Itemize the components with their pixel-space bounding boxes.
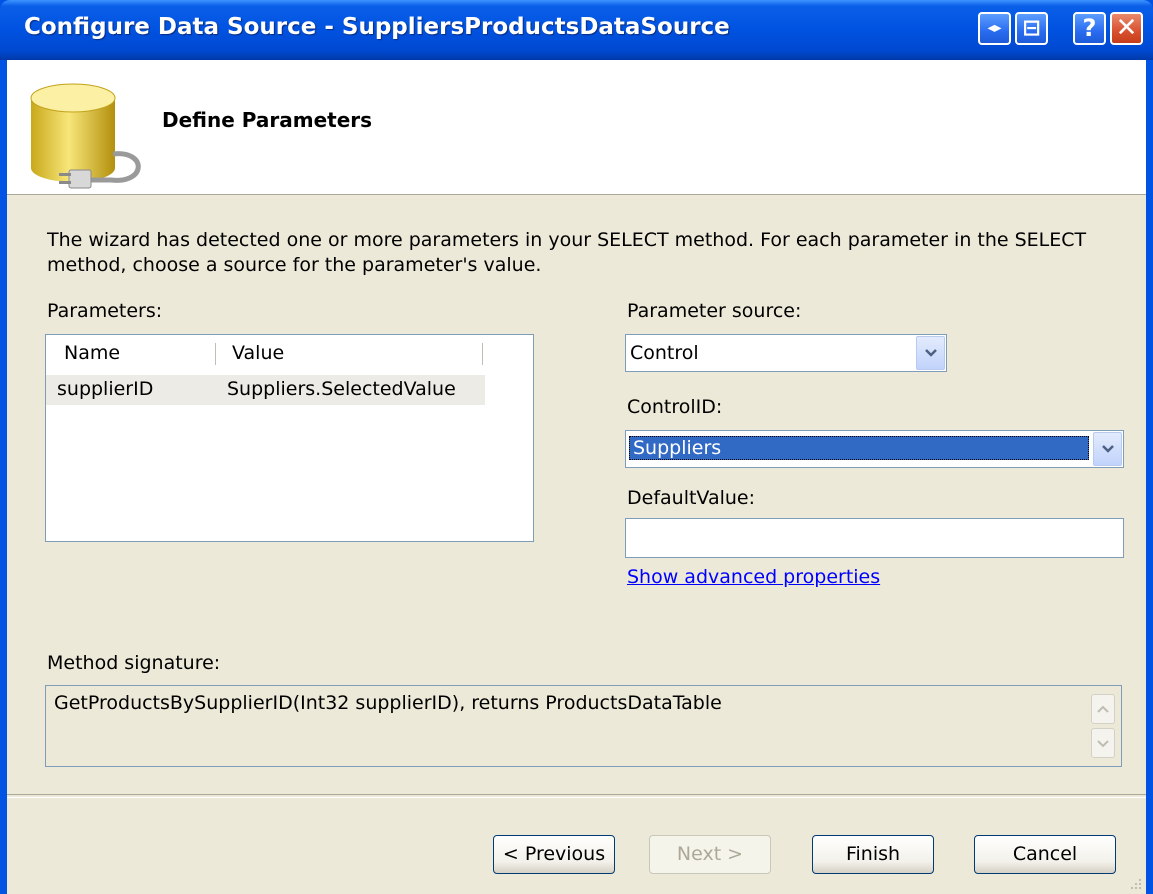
window-title: Configure Data Source - SuppliersProduct… — [24, 14, 730, 40]
defaultvalue-input[interactable] — [625, 518, 1124, 558]
intro-text: The wizard has detected one or more para… — [47, 229, 1087, 276]
database-plug-icon — [30, 83, 141, 189]
chevron-down-icon[interactable] — [916, 336, 945, 370]
parameter-source-label: Parameter source: — [627, 300, 802, 322]
resize-grip-icon[interactable] — [1128, 876, 1142, 890]
wizard-window: Configure Data Source - SuppliersProduct… — [0, 0, 1153, 894]
param-value-cell: Suppliers.SelectedValue — [227, 378, 456, 400]
defaultvalue-label: DefaultValue: — [627, 487, 755, 509]
method-signature-value: GetProductsBySupplierID(Int32 supplierID… — [54, 692, 722, 714]
parameters-label: Parameters: — [47, 300, 163, 322]
close-icon[interactable]: ✕ — [1110, 12, 1143, 45]
table-row[interactable]: supplierID Suppliers.SelectedValue — [46, 375, 485, 405]
method-signature-field[interactable]: GetProductsBySupplierID(Int32 supplierID… — [45, 685, 1122, 767]
show-advanced-properties-link[interactable]: Show advanced properties — [627, 566, 880, 588]
menu-arrows-icon[interactable]: ◂▸ — [978, 12, 1011, 45]
parameter-source-value: Control — [630, 342, 699, 364]
scroll-down-icon[interactable] — [1091, 728, 1115, 758]
page-title: Define Parameters — [162, 108, 373, 132]
dialog-client: Define Parameters The wizard has detecte… — [7, 60, 1146, 894]
controlid-select[interactable]: Suppliers — [625, 430, 1124, 468]
finish-button[interactable]: Finish — [812, 835, 934, 874]
scroll-up-icon[interactable] — [1091, 694, 1115, 724]
method-signature-label: Method signature: — [47, 652, 221, 674]
footer-divider — [7, 794, 1146, 798]
param-name-cell: supplierID — [57, 378, 154, 400]
column-divider[interactable] — [215, 343, 216, 365]
controlid-value: Suppliers — [629, 436, 1089, 460]
cancel-button[interactable]: Cancel — [974, 835, 1116, 874]
wizard-header: Define Parameters — [7, 60, 1146, 195]
parameters-list[interactable]: Name Value supplierID Suppliers.Selected… — [45, 334, 534, 542]
next-button[interactable]: Next > — [649, 835, 771, 874]
column-header-value[interactable]: Value — [232, 339, 284, 368]
column-divider[interactable] — [482, 343, 483, 365]
previous-button[interactable]: < Previous — [493, 835, 615, 874]
list-header: Name Value — [46, 335, 533, 371]
chevron-down-icon[interactable] — [1093, 432, 1122, 466]
minimize-dock-icon[interactable]: ⊟ — [1015, 12, 1048, 45]
title-bar[interactable]: Configure Data Source - SuppliersProduct… — [0, 0, 1153, 60]
parameter-source-select[interactable]: Control — [625, 334, 947, 372]
column-header-name[interactable]: Name — [64, 339, 120, 368]
help-icon[interactable]: ? — [1073, 12, 1106, 45]
controlid-label: ControlID: — [627, 396, 723, 418]
controlid-selection: Suppliers — [629, 436, 1089, 460]
